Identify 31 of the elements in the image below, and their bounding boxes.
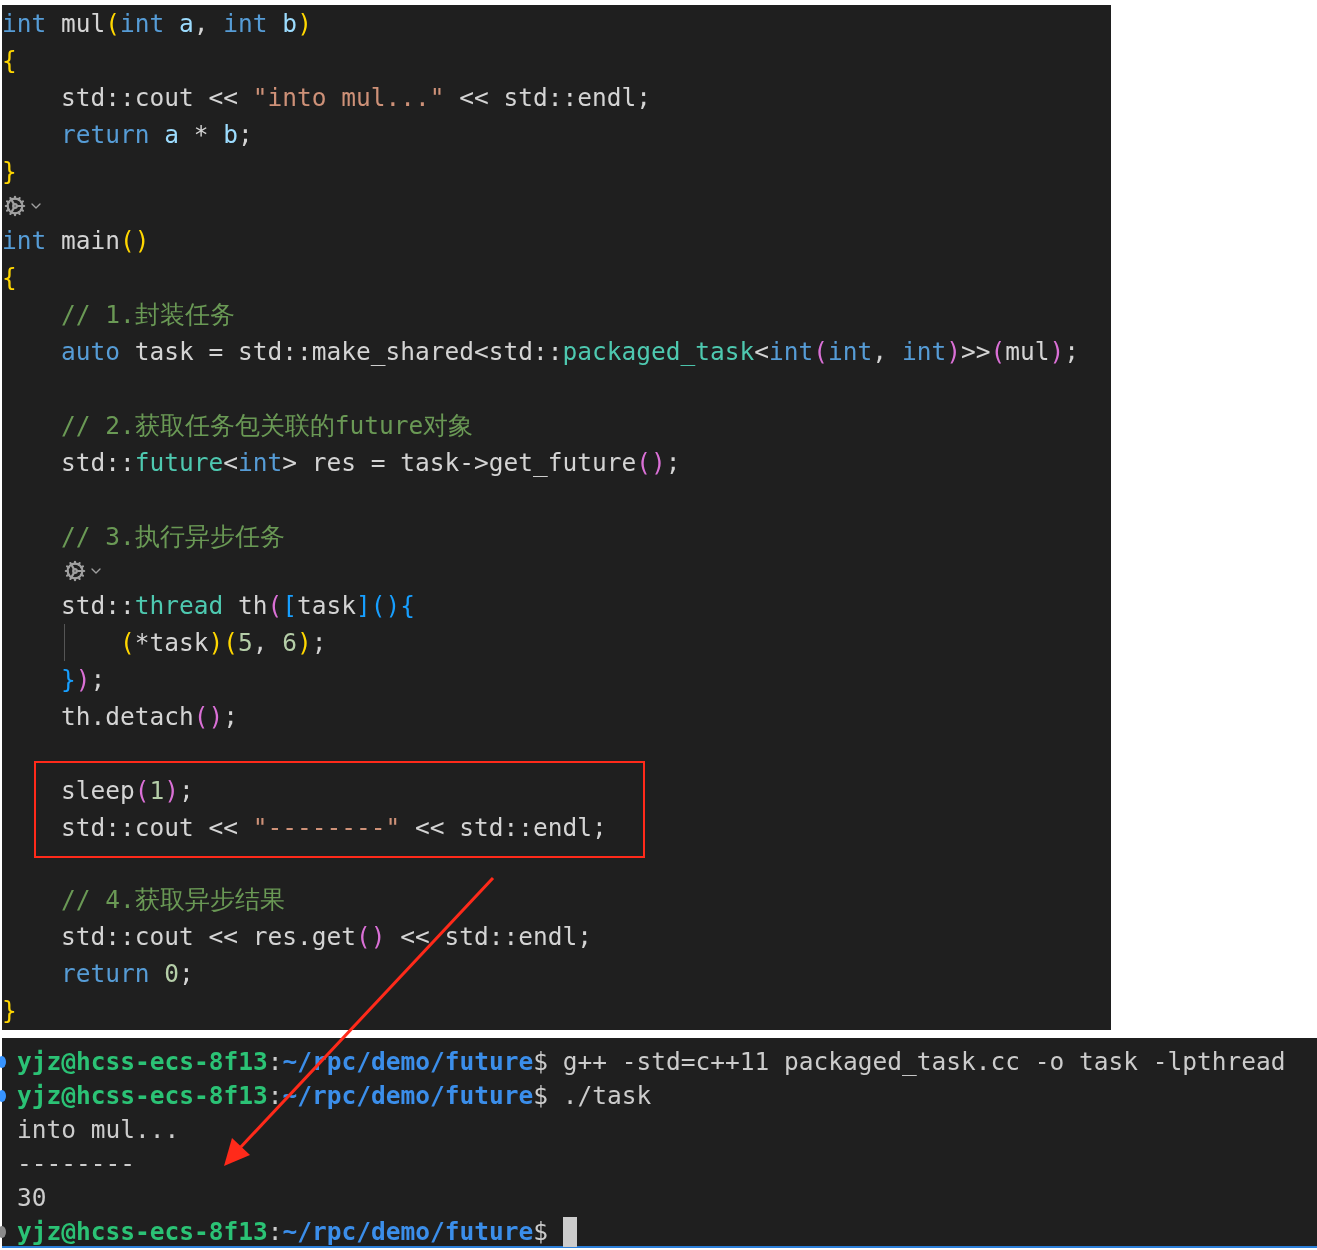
code-line: std::cout << res.get() << std::endl; <box>60 921 593 953</box>
code-line: { <box>2 45 17 77</box>
code-line: // 1.封装任务 <box>60 299 235 331</box>
code-line: int mul(int a, int b) <box>2 8 312 40</box>
command-status-dot[interactable] <box>0 1090 6 1102</box>
code-line: auto task = std::make_shared<std::packaged_task<int(int, int)>>(mul); <box>60 336 1079 368</box>
code-line: return a * b; <box>60 119 253 151</box>
terminal-prompt-line: yjz@hcss-ecs-8f13:~/rpc/demo/future$ <box>17 1215 577 1249</box>
code-line: } <box>2 995 17 1027</box>
code-line: // 2.获取任务包关联的future对象 <box>60 410 474 442</box>
code-line: { <box>2 262 17 294</box>
command-status-dot[interactable] <box>0 1056 6 1068</box>
cog-icon[interactable] <box>4 195 26 217</box>
code-line: }); <box>60 664 106 696</box>
code-line: std::cout << "into mul..." << std::endl; <box>60 82 652 114</box>
code-line: sleep(1); <box>60 775 194 807</box>
code-line: } <box>2 156 17 188</box>
code-line: std::future<int> res = task->get_future(); <box>60 447 681 479</box>
code-line: // 3.执行异步任务 <box>60 521 285 553</box>
code-line: std::cout << "--------" << std::endl; <box>60 812 607 844</box>
terminal-output-line: into mul... <box>17 1114 180 1146</box>
code-line: (*task)(5, 6); <box>2 624 327 661</box>
code-line: th.detach(); <box>60 701 239 733</box>
code-line: std::thread th([task](){ <box>60 590 416 622</box>
code-line: int main() <box>2 225 150 257</box>
code-line: return 0; <box>60 958 194 990</box>
code-line: // 4.获取异步结果 <box>60 884 285 916</box>
terminal-output-line: -------- <box>17 1148 135 1180</box>
terminal-output-line: 30 <box>17 1182 47 1214</box>
command-status-dot[interactable] <box>0 1226 6 1238</box>
cog-icon[interactable] <box>64 560 86 582</box>
